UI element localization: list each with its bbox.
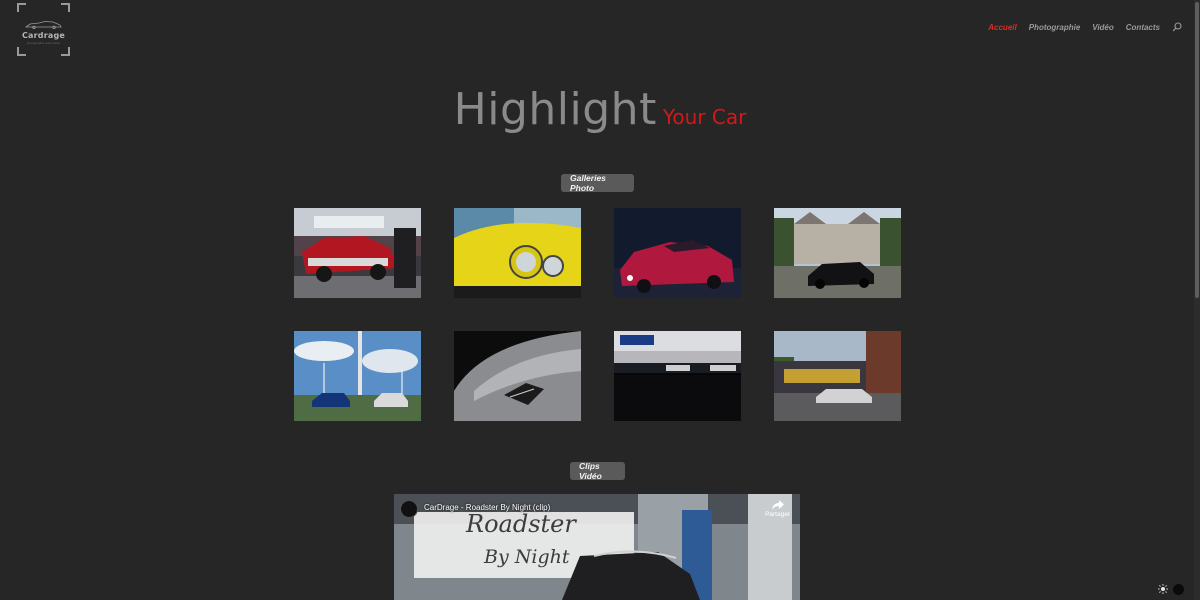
hero-title-main: Highlight bbox=[453, 84, 657, 135]
theme-toggle[interactable] bbox=[1158, 582, 1184, 596]
gallery-item-red-car-night[interactable] bbox=[614, 208, 741, 298]
nav-photographie[interactable]: Photographie bbox=[1029, 23, 1081, 32]
site-logo[interactable]: Cardrage photographie automobile bbox=[17, 3, 70, 56]
logo-corner bbox=[61, 3, 70, 12]
video-overlay-subtitle: By Night bbox=[484, 546, 570, 568]
gallery-item-red-mustang[interactable] bbox=[294, 208, 421, 298]
gallery-item-charleroi[interactable] bbox=[774, 331, 901, 421]
gallery-photo bbox=[774, 208, 901, 298]
video-section-label: Clips Vidéo bbox=[570, 461, 625, 481]
share-label: Partager bbox=[765, 511, 790, 518]
gallery-photo bbox=[294, 331, 421, 421]
logo-corner bbox=[61, 47, 70, 56]
page-scrollbar[interactable] bbox=[1194, 0, 1200, 600]
scrollbar-thumb[interactable] bbox=[1195, 2, 1199, 298]
channel-avatar[interactable] bbox=[400, 500, 418, 518]
gallery-photo bbox=[454, 208, 581, 298]
search-icon[interactable] bbox=[1172, 22, 1182, 32]
gallery-item-wind-turbines[interactable] bbox=[294, 331, 421, 421]
gallery-photo bbox=[294, 208, 421, 298]
gallery-photo bbox=[614, 331, 741, 421]
hero-title: Highlight Your Car bbox=[0, 84, 1200, 135]
gallery-photo bbox=[614, 208, 741, 298]
share-button[interactable]: Partager bbox=[765, 500, 790, 518]
nav-contacts[interactable]: Contacts bbox=[1126, 23, 1160, 32]
share-icon bbox=[771, 500, 784, 510]
sun-icon bbox=[1158, 584, 1168, 594]
gallery-item-lamborghini-detail[interactable] bbox=[454, 331, 581, 421]
gallery-item-black-car-chateau[interactable] bbox=[774, 208, 901, 298]
nav-video[interactable]: Vidéo bbox=[1092, 23, 1113, 32]
gallery-photo bbox=[454, 331, 581, 421]
video-overlay-title: Roadster bbox=[466, 510, 576, 538]
car-silhouette-icon bbox=[25, 21, 62, 29]
gallery-item-pit-lane[interactable] bbox=[614, 331, 741, 421]
logo-text: Cardrage bbox=[21, 31, 66, 40]
logo-tagline: photographie automobile bbox=[26, 41, 61, 45]
gallery-photo bbox=[774, 331, 901, 421]
logo-corner bbox=[17, 3, 26, 12]
gallery-section-label: Galleries Photo bbox=[561, 173, 634, 193]
logo-corner bbox=[17, 47, 26, 56]
main-nav: Accueil Photographie Vidéo Contacts bbox=[988, 22, 1182, 32]
moon-icon bbox=[1173, 583, 1184, 595]
gallery-item-yellow-porsche[interactable] bbox=[454, 208, 581, 298]
hero-title-accent: Your Car bbox=[662, 105, 747, 129]
video-player[interactable]: CarDrage - Roadster By Night (clip) Road… bbox=[394, 494, 800, 600]
nav-accueil[interactable]: Accueil bbox=[988, 23, 1016, 32]
